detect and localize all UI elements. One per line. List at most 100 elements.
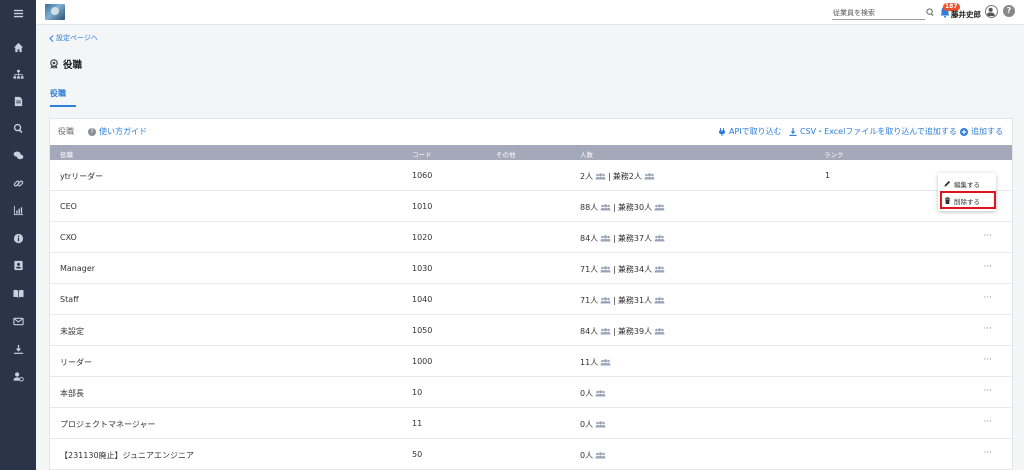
menu-icon[interactable] <box>0 2 36 24</box>
question-icon: ? <box>88 127 96 136</box>
code-cell: 11 <box>412 419 423 428</box>
csv-excel-import-label: CSV・Excelファイルを取り込んで追加する <box>800 127 957 136</box>
chevron-left-icon <box>49 34 54 42</box>
more-actions-icon[interactable]: ··· <box>983 293 992 303</box>
back-link-label: 設定ページへ <box>56 34 98 42</box>
more-actions-icon[interactable]: ··· <box>983 417 992 427</box>
headcount-value: 2人 <box>580 172 594 181</box>
plus-circle-icon <box>960 127 968 136</box>
table-row[interactable]: Staff 1040 71人 | 兼務31人 ··· <box>50 284 1012 315</box>
separator: | <box>613 265 616 274</box>
code-cell: 1050 <box>412 326 433 335</box>
plug-icon <box>719 127 725 136</box>
search-icon[interactable] <box>0 117 36 139</box>
people-icon <box>595 173 606 180</box>
link-icon[interactable] <box>0 172 36 194</box>
delete-highlight-box <box>940 191 996 209</box>
employee-search-input[interactable] <box>832 6 925 20</box>
concurrent-value: 兼務39人 <box>617 327 653 336</box>
positions-card: 役職 ? 使い方ガイド APIで取り込む CSV・Excelファイルを取り込んで… <box>49 118 1013 470</box>
more-actions-icon[interactable]: ··· <box>983 355 992 365</box>
position-name-cell: ytrリーダー <box>60 172 104 181</box>
code-cell: 1060 <box>412 171 433 180</box>
edit-menu-item[interactable]: 編集する <box>938 175 996 192</box>
org-chart-icon[interactable] <box>0 63 36 85</box>
more-actions-icon[interactable]: ··· <box>983 448 992 458</box>
people-icon <box>600 266 611 273</box>
api-import-label: APIで取り込む <box>729 127 782 136</box>
book-icon[interactable] <box>0 282 36 304</box>
people-icon <box>644 173 655 180</box>
user-settings-icon[interactable] <box>0 365 36 387</box>
people-icon <box>600 328 611 335</box>
position-name-cell: CEO <box>60 202 77 211</box>
more-actions-icon[interactable]: ··· <box>983 386 992 396</box>
sidebar <box>0 0 36 470</box>
headcount-cell: 2人 | 兼務2人 <box>580 171 655 182</box>
page-title-text: 役職 <box>63 60 83 71</box>
table-row[interactable]: ytrリーダー 1060 2人 | 兼務2人 1 <box>50 160 1012 191</box>
people-icon <box>595 390 606 397</box>
code-cell: 10 <box>412 388 423 397</box>
rank-cell: 1 <box>825 171 831 180</box>
table-row[interactable]: リーダー 1000 11人 ··· <box>50 346 1012 377</box>
position-name-cell: Staff <box>60 295 79 304</box>
table-row[interactable]: 【231130廃止】ジュニアエンジニア 50 0人 ··· <box>50 439 1012 470</box>
code-cell: 1010 <box>412 202 433 211</box>
separator: | <box>613 327 616 336</box>
separator: | <box>613 234 616 243</box>
mail-icon[interactable] <box>0 310 36 332</box>
usage-guide-link[interactable]: ? 使い方ガイド <box>88 126 147 137</box>
user-name[interactable]: 藤井史郎 <box>951 9 981 20</box>
people-icon <box>595 452 606 459</box>
avatar[interactable] <box>985 5 998 18</box>
home-icon[interactable] <box>0 36 36 58</box>
company-logo[interactable] <box>45 4 65 20</box>
back-to-settings-link[interactable]: 設定ページへ <box>49 33 98 43</box>
column-header-code: コード <box>412 151 432 159</box>
chart-icon[interactable] <box>0 199 36 221</box>
people-icon <box>654 266 665 273</box>
more-actions-icon[interactable]: ··· <box>983 262 992 272</box>
tab-positions[interactable]: 役職 <box>50 88 76 107</box>
search-icon[interactable] <box>926 8 935 17</box>
people-icon <box>600 204 611 211</box>
people-icon <box>600 297 611 304</box>
api-import-button[interactable]: APIで取り込む <box>718 126 782 137</box>
document-icon[interactable] <box>0 90 36 112</box>
table-row[interactable]: CXO 1020 84人 | 兼務37人 ··· <box>50 222 1012 253</box>
card-title: 役職 <box>58 127 74 136</box>
table-row[interactable]: Manager 1030 71人 | 兼務34人 ··· <box>50 253 1012 284</box>
position-name-cell: 未設定 <box>60 327 84 336</box>
headcount-value: 84人 <box>580 234 599 243</box>
more-actions-icon[interactable]: ··· <box>983 324 992 334</box>
separator: | <box>608 172 611 181</box>
contact-card-icon[interactable] <box>0 254 36 276</box>
table-row[interactable]: 本部長 10 0人 ··· <box>50 377 1012 408</box>
page-title: 役職 <box>49 57 82 71</box>
table-row[interactable]: 未設定 1050 84人 | 兼務39人 ··· <box>50 315 1012 346</box>
people-icon <box>654 328 665 335</box>
table-row[interactable]: CEO 1010 88人 | 兼務30人 <box>50 191 1012 222</box>
position-name-cell: プロジェクトマネージャー <box>60 420 156 429</box>
code-cell: 1040 <box>412 295 433 304</box>
download-icon[interactable] <box>0 338 36 360</box>
help-icon[interactable]: ? <box>1003 5 1015 17</box>
info-icon[interactable] <box>0 227 36 249</box>
headcount-cell: 84人 | 兼務39人 <box>580 326 665 337</box>
position-name-cell: リーダー <box>60 358 92 367</box>
position-name-cell: CXO <box>60 233 77 242</box>
headcount-cell: 0人 <box>580 388 606 399</box>
headcount-value: 88人 <box>580 203 599 212</box>
headcount-value: 71人 <box>580 265 599 274</box>
table-row[interactable]: プロジェクトマネージャー 11 0人 ··· <box>50 408 1012 439</box>
csv-excel-import-button[interactable]: CSV・Excelファイルを取り込んで追加する <box>789 126 957 137</box>
add-position-button[interactable]: 追加する <box>960 126 1003 137</box>
chat-icon[interactable] <box>0 144 36 166</box>
separator: | <box>613 296 616 305</box>
headcount-cell: 88人 | 兼務30人 <box>580 202 665 213</box>
people-icon <box>600 235 611 242</box>
concurrent-value: 兼務31人 <box>617 296 653 305</box>
more-actions-icon[interactable]: ··· <box>983 231 992 241</box>
headcount-value: 0人 <box>580 451 594 460</box>
